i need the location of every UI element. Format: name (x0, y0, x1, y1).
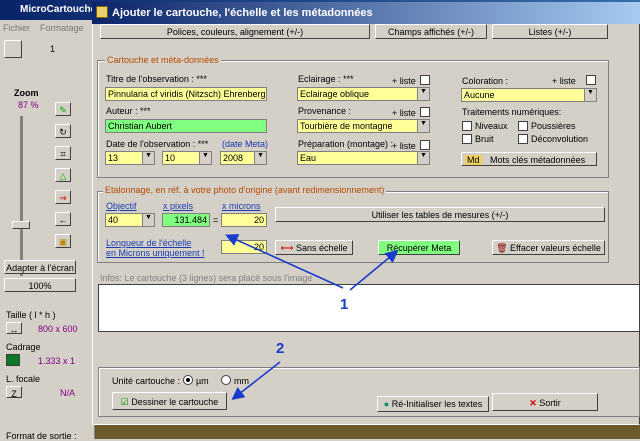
annotation-arrow-1a (225, 234, 344, 289)
annotation-label-1: 1 (340, 296, 349, 313)
annotation-arrow-1b (349, 249, 399, 291)
annotation-arrow-2 (231, 361, 281, 400)
annotation-arrows (225, 234, 399, 400)
annotation-label-2: 2 (276, 340, 285, 357)
